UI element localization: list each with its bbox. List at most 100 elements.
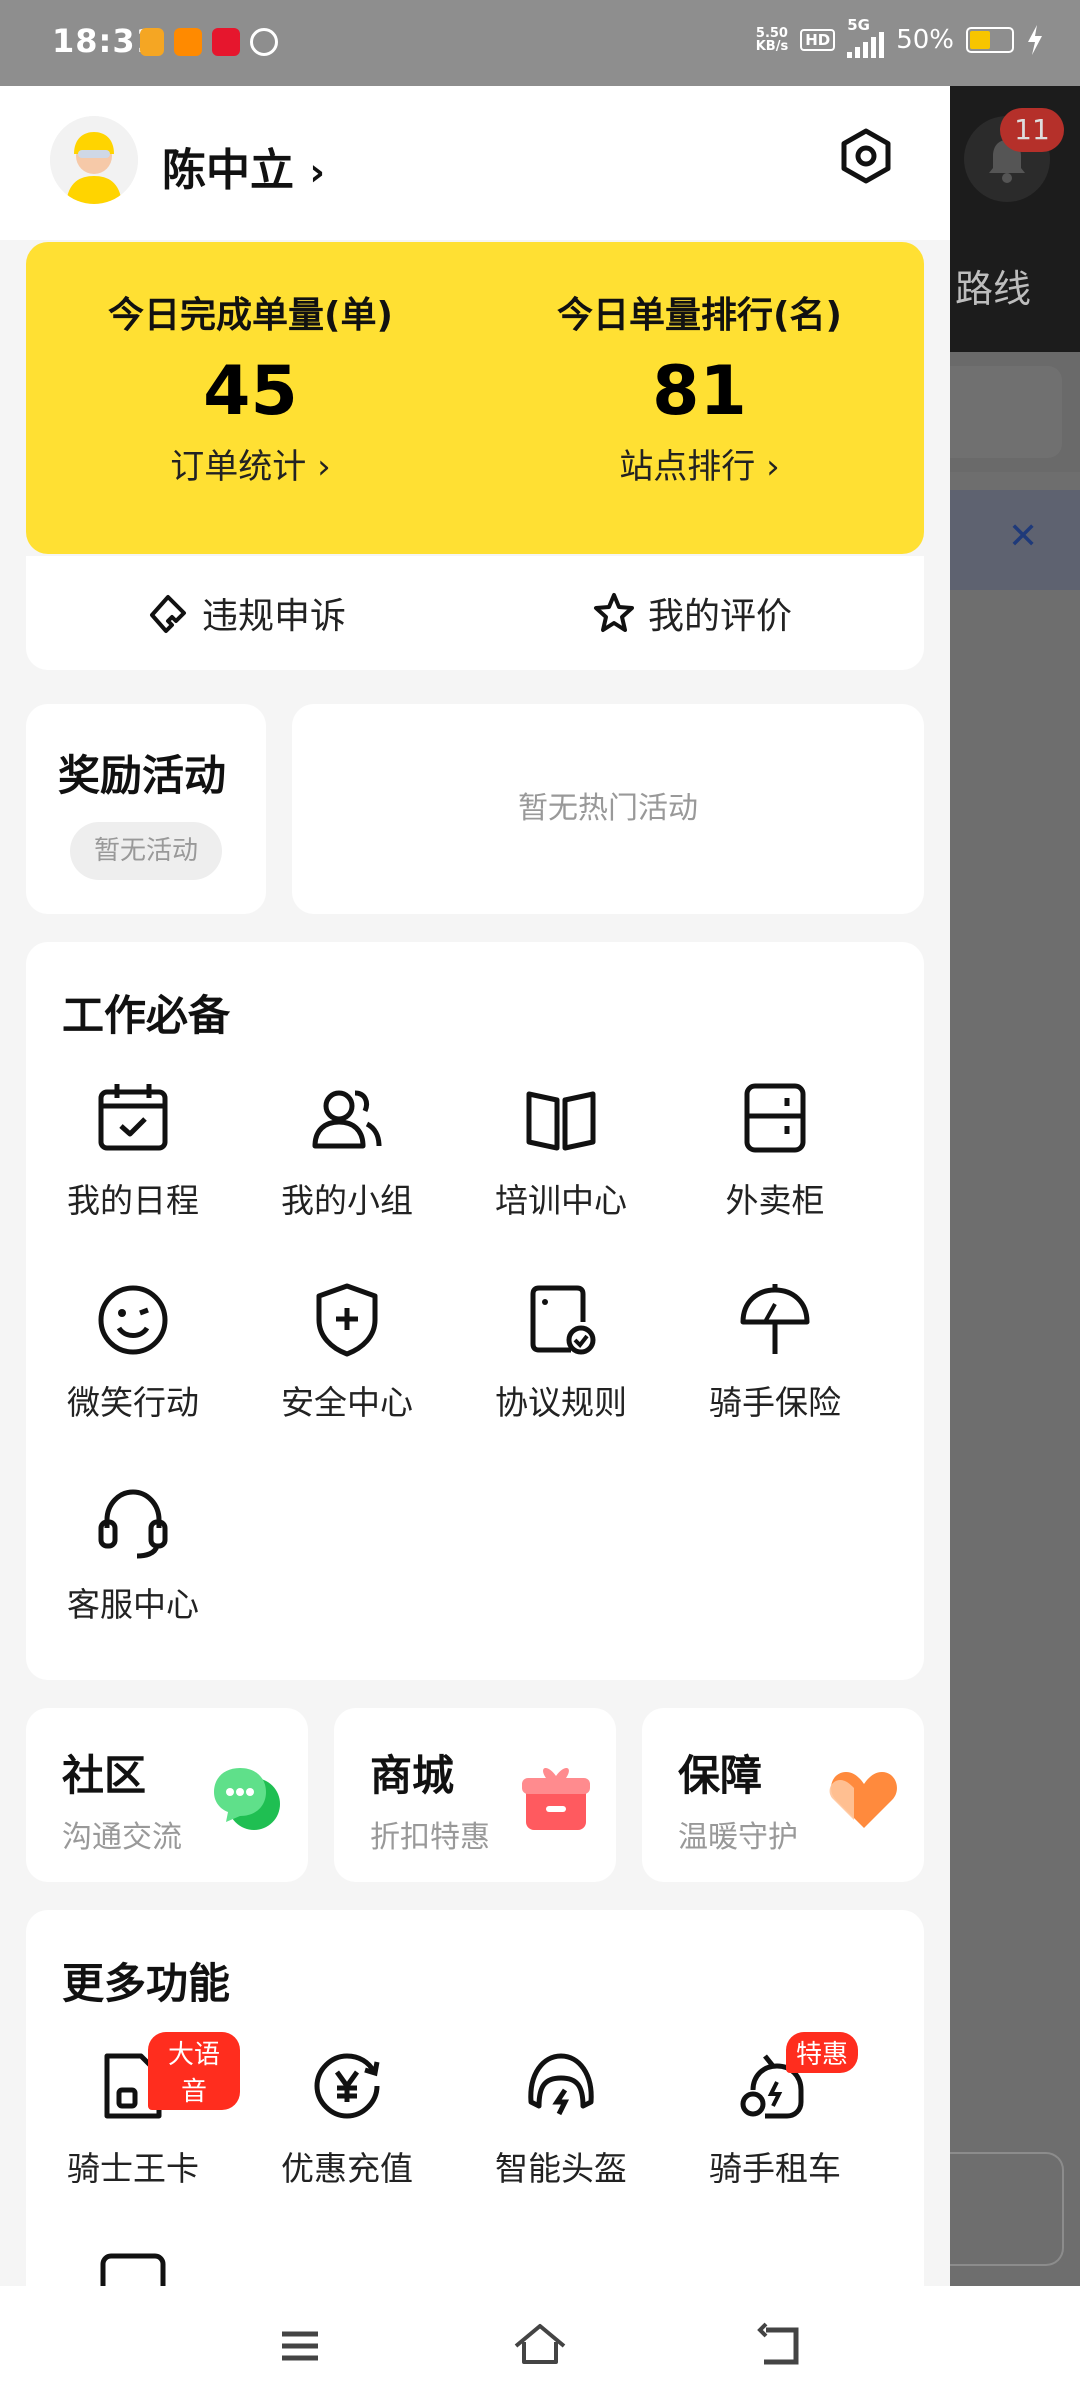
smile-icon [98, 1285, 168, 1355]
my-rating-button[interactable]: 我的评价 [592, 556, 792, 670]
no-activity-chip: 暂无活动 [70, 822, 222, 880]
order-rank-label: 今日单量排行(名) [557, 295, 842, 336]
avatar[interactable] [50, 116, 138, 204]
settings-hex-icon[interactable] [836, 126, 896, 186]
side-drawer: 陈中立 › 今日完成单量(单) 45 订单统计 › 今日单量排行(名) 81 站… [0, 86, 950, 2286]
reward-activity-card[interactable]: 奖励活动 暂无活动 [26, 704, 266, 914]
grid-item-agreement[interactable]: 协议规则 [454, 1280, 668, 1424]
notification-icons [140, 28, 278, 56]
grid-item-rent-scooter[interactable]: 骑手租车 特惠 [668, 2032, 882, 2190]
grid-item-label: 智能头盔 [495, 2149, 627, 2188]
mall-subtitle: 折扣特惠 [370, 1820, 490, 1855]
completed-orders-label: 今日完成单量(单) [108, 295, 393, 336]
partial-icon [100, 2253, 166, 2286]
system-nav-bar [0, 2286, 1080, 2408]
bell-badge: 11 [1000, 108, 1064, 152]
completed-orders-stat[interactable]: 今日完成单量(单) 45 订单统计 › [26, 242, 475, 488]
route-label[interactable]: 路线 [955, 258, 1031, 313]
star-icon [594, 593, 634, 632]
charging-icon [1028, 25, 1042, 55]
calendar-icon [98, 1084, 168, 1151]
gift-box-icon [522, 1767, 590, 1830]
work-essentials-title: 工作必备 [62, 991, 231, 1040]
grid-item-label: 骑手租车 [709, 2149, 841, 2188]
battery-percent: 50% [896, 25, 954, 55]
grid-item-label: 骑手保险 [709, 1383, 841, 1422]
grid-item-label: 培训中心 [495, 1181, 627, 1220]
network-type: 5G [847, 16, 870, 34]
community-title: 社区 [62, 1751, 147, 1800]
reward-activity-title: 奖励活动 [58, 751, 227, 800]
hot-activity-panel: 暂无热门活动 [292, 704, 924, 914]
video-app-icon [174, 28, 202, 56]
headset-icon [98, 1489, 168, 1559]
grid-item-customer-service[interactable]: 客服中心 [26, 1482, 240, 1626]
hd-icon: HD [800, 29, 836, 51]
user-name[interactable]: 陈中立 › [162, 134, 325, 198]
appeal-label: 违规申诉 [202, 596, 347, 637]
background-bottom-card [950, 2152, 1064, 2266]
heart-icon [829, 1772, 897, 1828]
voice-tag-badge: 大语音 [148, 2032, 240, 2110]
mall-card[interactable]: 商城 折扣特惠 [334, 1708, 616, 1882]
shield-icon [316, 1283, 378, 1357]
discount-tag-badge: 特惠 [786, 2032, 859, 2073]
grid-item-label: 协议规则 [495, 1383, 627, 1422]
community-card[interactable]: 社区 沟通交流 [26, 1708, 308, 1882]
mall-title: 商城 [370, 1751, 455, 1800]
appeal-icon [150, 595, 186, 633]
grid-item-label: 微笑行动 [67, 1383, 199, 1422]
signal-icon: 5G [847, 16, 885, 58]
grid-item-recharge[interactable]: 优惠充值 [240, 2046, 454, 2190]
battery-icon [966, 27, 1014, 53]
net-speed-unit: KB/s [755, 39, 789, 54]
protection-subtitle: 温暖守护 [678, 1820, 798, 1855]
umbrella-icon [740, 1284, 810, 1354]
background-search-row [950, 352, 1080, 472]
close-icon[interactable]: ✕ [1008, 516, 1038, 557]
grid-item-locker[interactable]: 外卖柜 [668, 1078, 882, 1222]
document-check-icon [530, 1285, 596, 1355]
helmet-icon [528, 2053, 594, 2116]
more-features-section: 更多功能 骑士王卡 大语音 优惠充值 智能头盔 骑手租车 特惠 [26, 1910, 924, 2286]
grid-item-helmet[interactable]: 智能头盔 [454, 2046, 668, 2190]
grid-item-label: 我的小组 [281, 1181, 413, 1220]
grid-item-training[interactable]: 培训中心 [454, 1078, 668, 1222]
status-right: 5.50 KB/s HD 5G 50% [755, 16, 1044, 58]
grid-item-label: 我的日程 [67, 1181, 199, 1220]
grid-item-label: 客服中心 [67, 1585, 199, 1624]
protection-card[interactable]: 保障 温暖守护 [642, 1708, 924, 1882]
group-icon [312, 1090, 382, 1149]
grid-item-schedule[interactable]: 我的日程 [26, 1078, 240, 1222]
locker-icon [744, 1083, 806, 1153]
community-subtitle: 沟通交流 [62, 1820, 182, 1855]
completed-orders-value: 45 [203, 352, 298, 431]
link-app-icon [250, 28, 278, 56]
order-rank-stat[interactable]: 今日单量排行(名) 81 站点排行 › [475, 242, 924, 488]
grid-item-safety[interactable]: 安全中心 [240, 1280, 454, 1424]
grid-item-label: 安全中心 [281, 1383, 413, 1422]
chevron-right-icon: › [309, 150, 325, 194]
grid-item-label: 优惠充值 [281, 2149, 413, 2188]
user-name-text: 陈中立 [162, 145, 294, 196]
station-rank-link[interactable]: 站点排行 › [475, 439, 924, 488]
appeal-button[interactable]: 违规申诉 [146, 556, 346, 670]
grid-item-next-row[interactable] [26, 2242, 240, 2286]
grid-item-smile[interactable]: 微笑行动 [26, 1280, 240, 1424]
grid-item-king-card[interactable]: 骑士王卡 大语音 [26, 2032, 240, 2190]
grid-item-label: 外卖柜 [725, 1181, 825, 1220]
today-stats-card: 今日完成单量(单) 45 订单统计 › 今日单量排行(名) 81 站点排行 › [26, 242, 924, 554]
status-bar: 18:31 5.50 KB/s HD 5G 50% [0, 0, 1080, 86]
back-icon[interactable] [750, 2316, 810, 2376]
order-stats-link[interactable]: 订单统计 › [26, 439, 475, 488]
profile-header[interactable]: 陈中立 › [0, 86, 950, 240]
weibo-icon [212, 28, 240, 56]
chat-bubble-icon [214, 1768, 280, 1830]
sub-actions-row: 违规申诉 我的评价 [26, 556, 924, 670]
grid-item-group[interactable]: 我的小组 [240, 1078, 454, 1222]
grid-item-insurance[interactable]: 骑手保险 [668, 1280, 882, 1424]
home-icon[interactable] [510, 2316, 570, 2376]
menu-icon[interactable] [270, 2316, 330, 2376]
my-rating-label: 我的评价 [648, 596, 793, 637]
work-essentials-section: 工作必备 我的日程 我的小组 培训中心 外卖柜 微笑行动 安全中心 协议规则 骑… [26, 942, 924, 1680]
